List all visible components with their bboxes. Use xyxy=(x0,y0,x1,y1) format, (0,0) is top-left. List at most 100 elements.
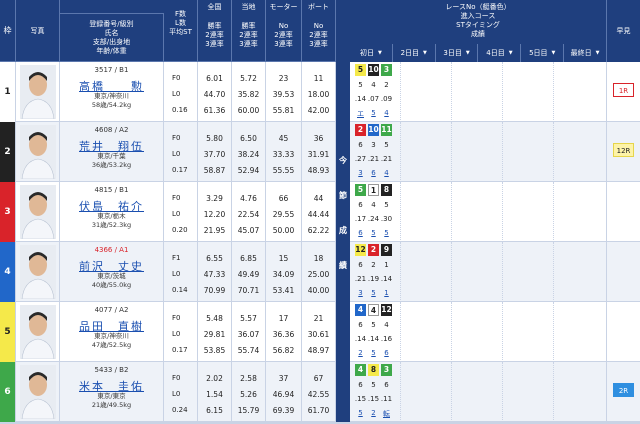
finish-result-link[interactable]: 転 xyxy=(380,409,393,419)
stat-f: F0 xyxy=(172,374,181,382)
loc-column: 5.57 36.07 55.74 xyxy=(232,302,266,362)
st-timing: .15 xyxy=(354,395,367,403)
loc-value: 35.82 xyxy=(237,90,260,99)
race-entry: 4 5 .14 5 xyxy=(367,302,380,362)
day-cell xyxy=(554,242,605,302)
nat-value: 6.01 xyxy=(206,74,223,83)
registration-class: 5433 / B2 xyxy=(94,366,129,374)
registration-class: 4366 / A1 xyxy=(94,246,129,254)
race-number-badge: 4 xyxy=(368,304,379,316)
motor-value: 34.09 xyxy=(272,270,295,279)
day-cell xyxy=(554,122,605,182)
racer-photo xyxy=(16,242,60,302)
entry-course: 5 xyxy=(371,381,376,389)
racer-photo xyxy=(16,122,60,182)
age-weight: 58歳/54.2kg xyxy=(91,101,132,109)
racer-row: 5 4077 / A2 品田 直樹 東京/神奈川 47歳/52.5kg F0 L0 0.17 5… xyxy=(0,302,336,362)
early-cell: 2R xyxy=(606,362,640,422)
finish-result-link[interactable]: 5 xyxy=(367,109,380,117)
motor-value: 55.81 xyxy=(272,106,295,115)
motor-value: 66 xyxy=(278,194,289,203)
motor-value: 17 xyxy=(278,314,289,323)
early-race-badge[interactable]: 1R xyxy=(613,83,634,97)
finish-result-link[interactable]: 2 xyxy=(367,409,380,417)
day-1: 初日 ▼ xyxy=(350,44,393,62)
finish-result-link[interactable]: 2 xyxy=(354,349,367,357)
day-cell xyxy=(452,362,503,422)
finish-result-link[interactable]: 6 xyxy=(367,169,380,177)
racer-photo xyxy=(16,362,60,422)
racer-name-link[interactable]: 前沢 丈史 xyxy=(60,258,163,273)
boat-value: 36 xyxy=(313,134,324,143)
motor-value: 15 xyxy=(278,254,289,263)
early-race-badge[interactable]: 12R xyxy=(613,143,634,157)
entry-course: 4 xyxy=(371,201,376,209)
age-weight: 36歳/53.2kg xyxy=(91,161,132,169)
stat-f: F0 xyxy=(172,194,181,202)
branch-origin: 東京/東京 xyxy=(97,392,126,400)
nat-value: 21.95 xyxy=(203,226,226,235)
finish-result-link[interactable]: エ xyxy=(354,109,367,119)
entry-course: 6 xyxy=(358,381,363,389)
header-national: 全国 勝率 2連率 3連率 xyxy=(198,0,232,62)
finish-result-link[interactable]: 5 xyxy=(354,409,367,417)
race-number-badge: 5 xyxy=(355,184,366,196)
mid-label-2: 節 xyxy=(339,191,347,200)
finish-result-link[interactable]: 5 xyxy=(380,229,393,237)
stat-l: L0 xyxy=(172,390,181,398)
boat-value: 21 xyxy=(313,314,324,323)
st-timing: .21 xyxy=(367,155,380,163)
racer-info: 3517 / B1 高橋 勲東京/神奈川 58歳/54.2kg xyxy=(60,62,164,122)
race-number-badge: 10 xyxy=(368,64,379,76)
racer-photo xyxy=(16,182,60,242)
st-timing: .11 xyxy=(380,395,393,403)
mid-label-3: 成 xyxy=(339,226,347,235)
finish-result-link[interactable]: 3 xyxy=(354,169,367,177)
branch-origin: 東京/千葉 xyxy=(97,152,126,160)
finish-result-link[interactable]: 1 xyxy=(380,289,393,297)
finish-result-link[interactable]: 5 xyxy=(367,289,380,297)
stat-st: 0.14 xyxy=(172,286,188,294)
race-number-badge: 4 xyxy=(355,364,366,376)
loc-value: 38.24 xyxy=(237,150,260,159)
race-entry: 12 6 .21 3 xyxy=(354,242,367,302)
boat-column: 36 31.91 48.93 xyxy=(302,122,336,182)
finish-result-link[interactable]: 5 xyxy=(367,229,380,237)
loc-value: 60.00 xyxy=(237,106,260,115)
racer-name-link[interactable]: 米本 圭佑 xyxy=(60,378,163,393)
racer-name-link[interactable]: 高橋 勲 xyxy=(60,78,163,93)
header-photo: 写真 xyxy=(16,0,60,62)
nat-value: 61.36 xyxy=(203,106,226,115)
racer-name-link[interactable]: 荒井 翔伍 xyxy=(60,138,163,153)
entry-course: 5 xyxy=(358,81,363,89)
stat-l: L0 xyxy=(172,150,181,158)
finish-result-link[interactable]: 6 xyxy=(354,229,367,237)
branch-origin: 東京/神奈川 xyxy=(94,332,129,340)
loc-column: 6.50 38.24 52.94 xyxy=(232,122,266,182)
race-number-badge: 12 xyxy=(355,244,366,256)
boat-value: 18 xyxy=(313,254,324,263)
finish-result-link[interactable]: 4 xyxy=(380,109,393,117)
race-results-row: 4 6.15 5 8 5.15 2 3 6.11 転 xyxy=(350,362,606,422)
early-race-badge[interactable]: 2R xyxy=(613,383,634,397)
race-results-row: 2 6.27 3 10 3.21 6 11 5.21 4 xyxy=(350,122,606,182)
racer-name-link[interactable]: 伏島 祐介 xyxy=(60,198,163,213)
start-stats: F0 L0 0.17 xyxy=(164,302,198,362)
racer-info: 5433 / B2 米本 圭佑 東京/東京 21歳/49.5kg xyxy=(60,362,164,422)
stat-f: F0 xyxy=(172,314,181,322)
mid-label-4: 績 xyxy=(339,261,347,270)
registration-class: 4077 / A2 xyxy=(94,306,129,314)
racer-name-link[interactable]: 品田 直樹 xyxy=(60,318,163,333)
start-stats: F0 L0 0.24 xyxy=(164,362,198,422)
race-entry: 2 2 .19 5 xyxy=(367,242,380,302)
race-results-row: 4 6.14 2 4 5.14 5 12 4.16 6 xyxy=(350,302,606,362)
finish-result-link[interactable]: 4 xyxy=(380,169,393,177)
st-timing: .30 xyxy=(380,215,393,223)
finish-result-link[interactable]: 3 xyxy=(354,289,367,297)
motor-column: 17 36.36 56.82 xyxy=(266,302,302,362)
finish-result-link[interactable]: 6 xyxy=(380,349,393,357)
entry-course: 2 xyxy=(384,81,389,89)
finish-result-link[interactable]: 5 xyxy=(367,349,380,357)
start-stats: F1 L0 0.14 xyxy=(164,242,198,302)
nat-value: 2.02 xyxy=(206,374,223,383)
